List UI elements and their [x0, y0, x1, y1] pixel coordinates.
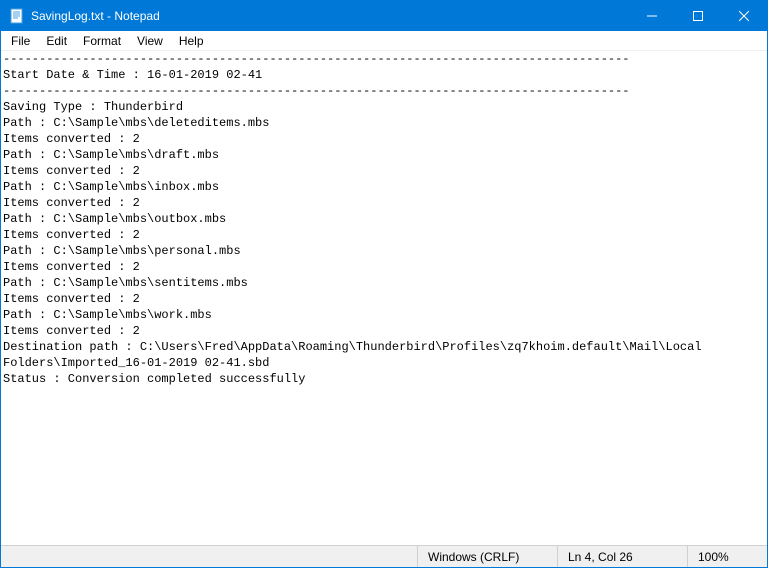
notepad-icon: [9, 8, 25, 24]
status-spacer: [1, 546, 417, 567]
menubar: File Edit Format View Help: [1, 31, 767, 51]
minimize-button[interactable]: [629, 1, 675, 31]
menu-format[interactable]: Format: [75, 32, 129, 50]
window-controls: [629, 1, 767, 31]
text-editor[interactable]: ----------------------------------------…: [1, 51, 767, 545]
menu-help[interactable]: Help: [171, 32, 212, 50]
text-area-scroll[interactable]: ----------------------------------------…: [1, 51, 767, 545]
window-title: SavingLog.txt - Notepad: [31, 9, 160, 23]
menu-edit[interactable]: Edit: [38, 32, 75, 50]
menu-file[interactable]: File: [3, 32, 38, 50]
menu-view[interactable]: View: [129, 32, 171, 50]
status-line-ending: Windows (CRLF): [417, 546, 557, 567]
status-cursor-position: Ln 4, Col 26: [557, 546, 687, 567]
close-button[interactable]: [721, 1, 767, 31]
titlebar[interactable]: SavingLog.txt - Notepad: [1, 1, 767, 31]
status-zoom: 100%: [687, 546, 767, 567]
maximize-button[interactable]: [675, 1, 721, 31]
statusbar: Windows (CRLF) Ln 4, Col 26 100%: [1, 545, 767, 567]
